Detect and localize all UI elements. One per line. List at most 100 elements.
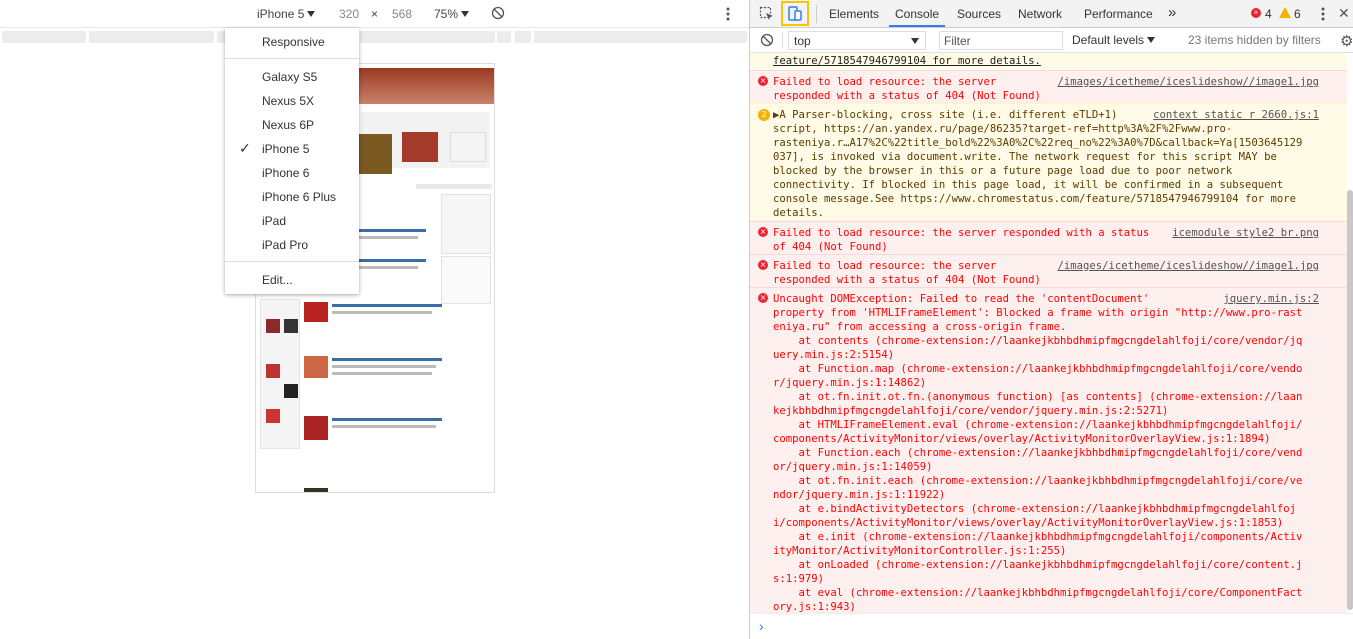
devtools-tab-bar: Elements Console Sources Network Perform… [750,0,1353,28]
menu-item-ipad-pro[interactable]: iPad Pro [262,238,308,252]
stack-frame[interactable]: at eval (chrome-extension://laankejkbhbd… [773,586,1303,600]
message-text: console message.See https://www.chromest… [773,193,1296,205]
message-text: Failed to load resource: the server [773,260,997,272]
caret-down-icon [307,11,316,17]
console-prompt[interactable]: › [750,613,1353,639]
device-select-label: iPhone 5 [257,7,305,21]
console-message-warning: 2 ▶A Parser-blocking, cross site (i.e. d… [750,103,1347,221]
filter-placeholder: Filter [944,34,971,48]
console-toolbar: top Filter Default levels 23 items hidde… [750,28,1353,53]
menu-item-iphone-6-plus[interactable]: iPhone 6 Plus [262,190,336,204]
message-text: responded with a status of 404 (Not Foun… [773,90,1041,102]
message-text: 037], is invoked via document.write. The… [773,151,1277,163]
error-count[interactable]: 4 [1265,7,1272,21]
rotate-icon[interactable] [491,6,505,23]
more-options-icon[interactable] [725,6,731,25]
stack-frame[interactable]: at Function.map (chrome-extension://laan… [773,362,1303,376]
devtools-menu-icon[interactable] [1320,6,1326,25]
stack-frame[interactable]: at HTMLIFrameElement.eval (chrome-extens… [773,418,1303,432]
menu-item-galaxy-s5[interactable]: Galaxy S5 [262,70,317,84]
tab-elements[interactable]: Elements [829,7,879,21]
context-label: top [794,34,811,48]
stack-frame[interactable]: ory.js:1:943) [773,600,856,613]
tab-network[interactable]: Network [1018,7,1062,21]
error-icon: × [758,227,768,237]
message-text: Failed to load resource: the server [773,76,997,88]
source-link[interactable]: jquery.min.js:2 [1223,292,1319,306]
devtools-panel: Elements Console Sources Network Perform… [750,0,1353,639]
stack-frame[interactable]: at onLoaded (chrome-extension://laankejk… [773,558,1303,572]
stack-frame[interactable]: kejkbhbdhmipfmgcngdelahlfoji/core/vendor… [773,404,1168,418]
media-query-ruler[interactable] [0,31,749,43]
stack-frame[interactable]: i/components/ActivityMonitor/views/overl… [773,516,1283,530]
menu-item-ipad[interactable]: iPad [262,214,286,228]
stack-frame[interactable]: components/ActivityMonitor/views/overlay… [773,432,1270,446]
stack-frame[interactable]: uery.min.js:2:5154) [773,348,894,362]
zoom-label: 75% [434,7,459,21]
console-message-error: × Failed to load resource: the server /i… [750,254,1347,287]
close-icon[interactable]: ✕ [1338,5,1350,22]
height-input[interactable]: 568 [392,7,412,21]
log-levels-select[interactable]: Default levels [1072,33,1156,47]
clear-console-icon[interactable] [760,33,774,50]
message-text: property from 'HTMLIFrameElement': Block… [773,307,1303,319]
prompt-chevron-icon: › [759,618,764,634]
toggle-device-toolbar-icon[interactable] [781,1,809,26]
stack-frame[interactable]: at e.bindActivityDetectors (chrome-exten… [773,502,1297,516]
console-scrollbar[interactable] [1347,190,1353,610]
tab-console[interactable]: Console [895,7,939,21]
message-text: responded with a status of 404 (Not Foun… [773,274,1041,286]
menu-item-nexus-5x[interactable]: Nexus 5X [262,94,314,108]
warning-count[interactable]: 6 [1294,7,1301,21]
console-messages: feature/5718547946799104 for more detail… [750,53,1347,613]
message-text[interactable]: feature/5718547946799104 for more detail… [773,55,1041,67]
times-separator: × [371,7,379,21]
message-text: of 404 (Not Found) [773,241,888,253]
menu-item-nexus-6p[interactable]: Nexus 6P [262,118,314,132]
console-message-error: × Failed to load resource: the server /i… [750,70,1347,103]
stack-frame[interactable]: at Function.each (chrome-extension://laa… [773,446,1303,460]
stack-frame[interactable]: r/jquery.min.js:1:14862) [773,376,926,390]
stack-frame[interactable]: at ot.fn.init.each (chrome-extension://l… [773,474,1303,488]
caret-down-icon [461,11,470,17]
console-message-error: × Failed to load resource: the server re… [750,221,1347,254]
menu-item-responsive[interactable]: Responsive [262,35,325,49]
stack-frame[interactable]: or/jquery.min.js:1:14059) [773,460,932,474]
message-text: rasteniya.r…A17%2C%22title_bold%22%3A0%2… [773,137,1303,149]
source-link[interactable]: /images/icetheme/iceslideshow//image1.jp… [1058,75,1320,89]
filter-input[interactable]: Filter [939,31,1063,50]
device-toolbar: iPhone 5 320 × 568 75% [0,0,749,28]
source-link[interactable]: icemodule style2 br.png [1172,226,1319,240]
message-text: Failed to load resource: the server resp… [773,227,1150,239]
stack-frame[interactable]: ndor/jquery.min.js:1:11922) [773,488,945,502]
source-link[interactable]: /images/icetheme/iceslideshow//image1.jp… [1058,259,1320,273]
stack-frame[interactable]: at contents (chrome-extension://laankejk… [773,334,1303,348]
message-text: connectivity. If blocked in this page lo… [773,179,1284,191]
zoom-select[interactable]: 75% [434,7,470,21]
stack-frame[interactable]: s:1:979) [773,572,824,586]
settings-gear-icon[interactable]: ⚙ [1340,32,1353,50]
error-icon: × [758,293,768,303]
tab-performance[interactable]: Performance [1084,7,1153,21]
context-select[interactable]: top [788,31,926,50]
log-levels-label: Default levels [1072,33,1145,47]
device-select[interactable]: iPhone 5 [257,7,316,21]
error-count-icon: × [1251,8,1261,18]
warning-count-icon [1279,7,1291,18]
caret-down-icon [1147,37,1156,43]
message-text[interactable]: ▶A Parser-blocking, cross site (i.e. dif… [773,108,1117,122]
console-message-error: × Uncaught DOMException: Failed to read … [750,287,1347,613]
menu-item-edit[interactable]: Edit... [262,273,293,287]
more-tabs-icon[interactable]: » [1168,4,1176,21]
source-link[interactable]: context static r 2660.js:1 [1153,108,1319,122]
stack-frame[interactable]: at e.init (chrome-extension://laankejkbh… [773,530,1303,544]
caret-down-icon [911,38,919,44]
stack-frame[interactable]: ityMonitor/ActivityMonitorController.js:… [773,544,1066,558]
menu-item-iphone-6[interactable]: iPhone 6 [262,166,309,180]
width-input[interactable]: 320 [339,7,359,21]
tab-sources[interactable]: Sources [957,7,1001,21]
stack-frame[interactable]: at ot.fn.init.ot.fn.(anonymous function)… [773,390,1303,404]
inspect-element-icon[interactable] [759,6,775,25]
message-text: details. [773,207,825,219]
menu-item-iphone-5[interactable]: iPhone 5 [262,142,309,156]
